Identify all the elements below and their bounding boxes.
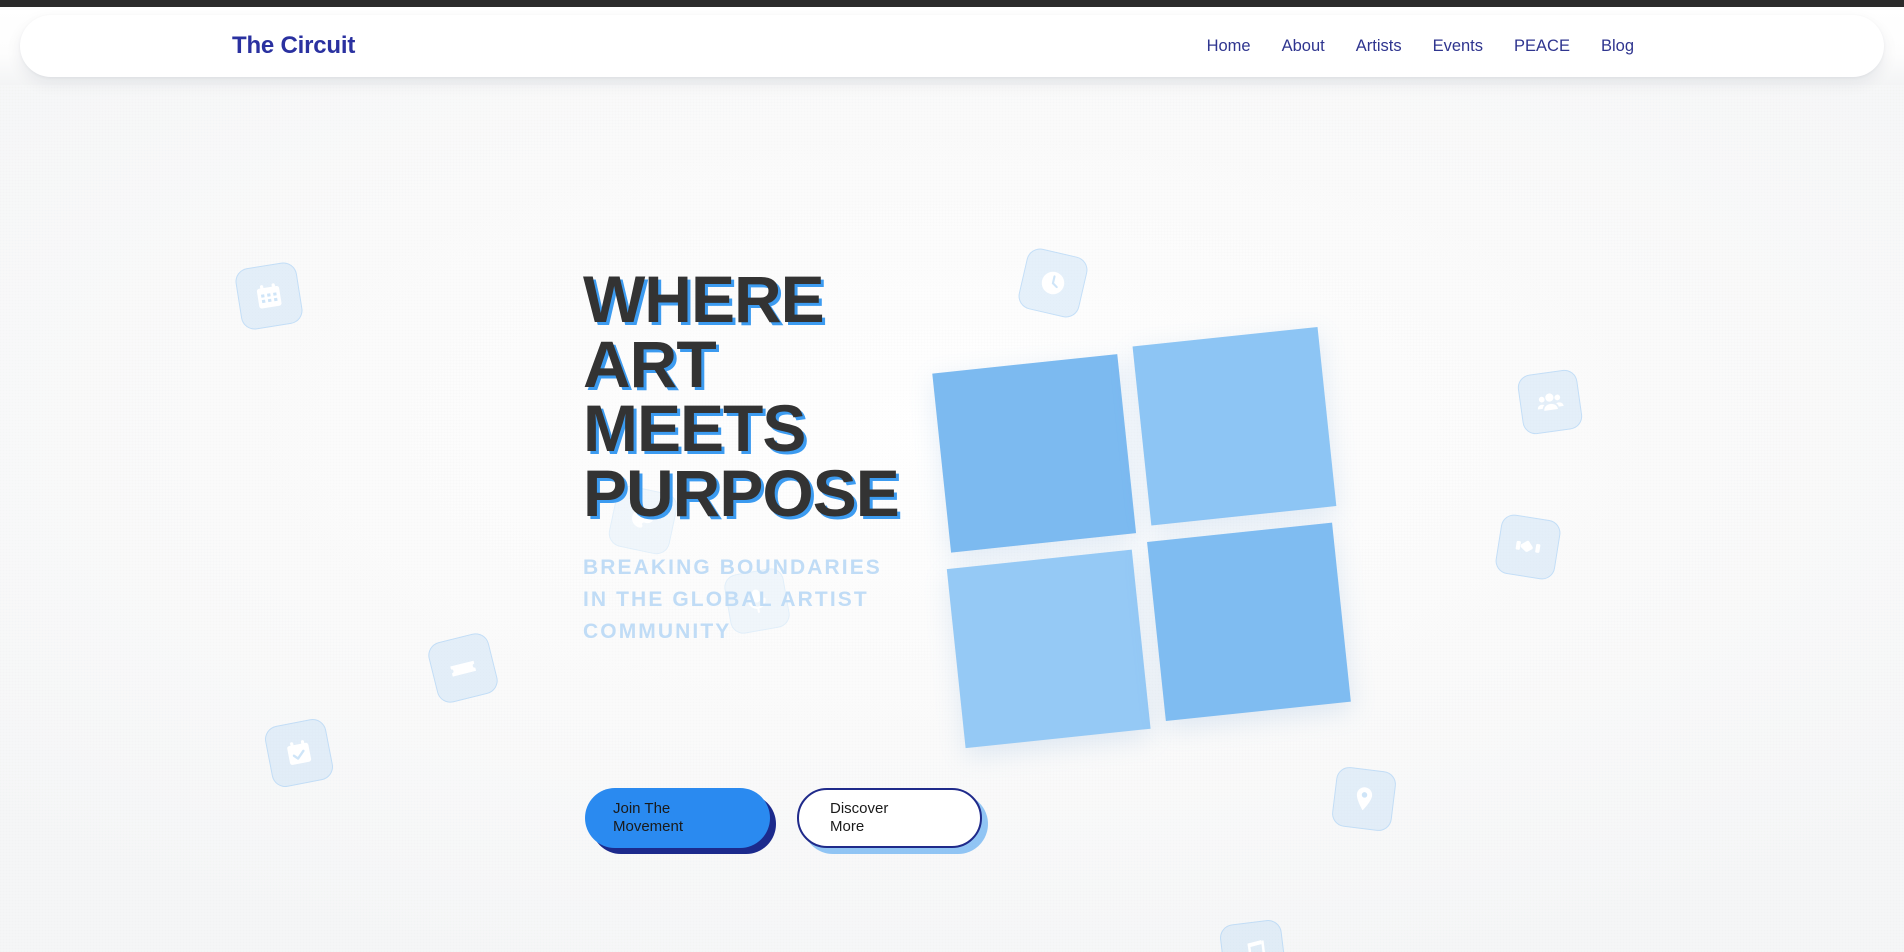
nav-link-home[interactable]: Home	[1207, 37, 1251, 56]
camera-icon	[1493, 512, 1563, 582]
join-the-movement-button[interactable]: Join The Movement	[585, 788, 770, 848]
nav-link-artists[interactable]: Artists	[1356, 37, 1402, 56]
nav-link-peace[interactable]: PEACE	[1514, 37, 1570, 56]
navbar-background: The Circuit Home About Artists Events PE…	[0, 7, 1904, 85]
page-title: WHERE ART MEETS PURPOSE	[583, 262, 900, 531]
hero-cta-row: Join The Movement Discover More	[585, 788, 982, 848]
square-top-right	[1132, 327, 1337, 526]
nav-link-blog[interactable]: Blog	[1601, 37, 1634, 56]
top-strip	[0, 0, 1904, 7]
page-body: WHERE ART MEETS PURPOSE BREAKING BOUNDAR…	[0, 7, 1904, 952]
primary-navigation: Home About Artists Events PEACE Blog Joi…	[1207, 37, 1634, 56]
page-root: WHERE ART MEETS PURPOSE BREAKING BOUNDAR…	[0, 0, 1904, 952]
hero-text-block: WHERE ART MEETS PURPOSE BREAKING BOUNDAR…	[583, 262, 1003, 647]
navbar: The Circuit Home About Artists Events PE…	[20, 15, 1884, 77]
nav-link-events[interactable]: Events	[1433, 37, 1483, 56]
discover-more-button[interactable]: Discover More	[797, 788, 982, 848]
nav-link-about[interactable]: About	[1282, 37, 1325, 56]
hero-subheadline: BREAKING BOUNDARIES IN THE GLOBAL ARTIST…	[583, 555, 882, 643]
calendar-icon	[233, 260, 305, 332]
users-icon	[1516, 368, 1584, 436]
calendar-check-icon	[262, 716, 336, 790]
brand-logo[interactable]: The Circuit	[232, 32, 355, 60]
location-pin-icon	[1330, 765, 1398, 833]
square-bottom-right	[1147, 522, 1351, 722]
